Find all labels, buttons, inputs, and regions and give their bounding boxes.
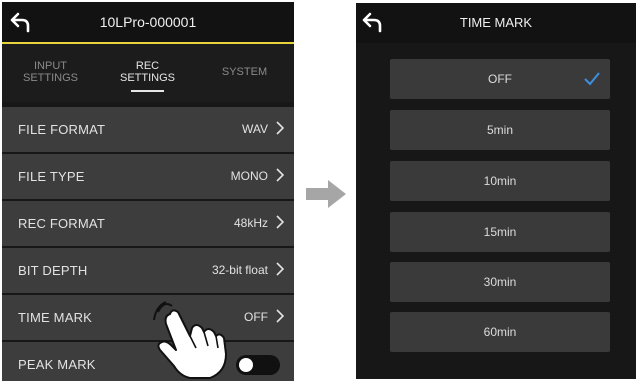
time-mark-option-5min[interactable]: 5min [390, 110, 610, 150]
chevron-right-icon [276, 309, 284, 323]
option-label: 10min [483, 174, 517, 188]
setting-label: TIME MARK [18, 310, 93, 325]
time-mark-option-30min[interactable]: 30min [390, 262, 610, 302]
toggle-knob [239, 358, 253, 372]
chevron-right-icon [276, 121, 284, 135]
tab-label-line1: INPUT [34, 60, 67, 72]
option-label: 60min [483, 325, 517, 339]
time-mark-option-15min[interactable]: 15min [390, 212, 610, 252]
option-label: 30min [483, 275, 517, 289]
time-mark-option-10min[interactable]: 10min [390, 161, 610, 201]
setting-row-file-type[interactable]: FILE TYPE MONO [2, 154, 294, 199]
checkmark-icon [584, 72, 600, 86]
chevron-right-icon [276, 168, 284, 182]
chevron-right-icon [276, 215, 284, 229]
setting-label: FILE TYPE [18, 169, 85, 184]
tab-label-line1: REC [135, 60, 160, 72]
tab-system[interactable]: SYSTEM [196, 66, 293, 78]
time-mark-screen: TIME MARK OFF 5min 10min 15min 30min 60m… [356, 3, 636, 379]
tab-label-line2: SETTINGS [119, 72, 175, 84]
header-bar: 10LPro-000001 [2, 2, 294, 44]
setting-row-bit-depth[interactable]: BIT DEPTH 32-bit float [2, 248, 294, 293]
chevron-right-icon [276, 262, 284, 276]
setting-label: BIT DEPTH [18, 263, 88, 278]
time-mark-option-off[interactable]: OFF [390, 59, 610, 99]
settings-tabs: INPUT SETTINGS REC SETTINGS SYSTEM [2, 44, 294, 102]
option-label: OFF [488, 72, 512, 86]
peak-mark-toggle[interactable] [236, 355, 280, 375]
setting-label: REC FORMAT [18, 216, 105, 231]
rec-settings-screen: 10LPro-000001 INPUT SETTINGS REC SETTING… [2, 2, 294, 381]
setting-label: PEAK MARK [18, 357, 96, 372]
tab-label-line2: SETTINGS [22, 72, 78, 84]
page-title: TIME MARK [459, 15, 533, 30]
setting-row-file-format[interactable]: FILE FORMAT WAV [2, 107, 294, 152]
tab-rec-settings[interactable]: REC SETTINGS [99, 60, 196, 92]
setting-label: FILE FORMAT [18, 122, 106, 137]
setting-value: OFF [244, 310, 268, 324]
option-label: 5min [486, 123, 513, 137]
device-title: 10LPro-000001 [99, 14, 197, 30]
setting-value: 48kHz [233, 216, 268, 230]
option-label: 15min [483, 225, 517, 239]
setting-value: 32-bit float [211, 263, 268, 277]
setting-row-time-mark[interactable]: TIME MARK OFF [2, 295, 294, 340]
setting-row-rec-format[interactable]: REC FORMAT 48kHz [2, 201, 294, 246]
setting-value: MONO [230, 169, 268, 183]
setting-row-peak-mark: PEAK MARK [2, 342, 294, 381]
time-mark-option-60min[interactable]: 60min [390, 312, 610, 352]
tapping-hand-icon [153, 301, 227, 379]
transition-arrow-icon [306, 180, 346, 208]
tab-label: SYSTEM [221, 66, 268, 78]
active-tab-indicator [131, 90, 164, 92]
tab-input-settings[interactable]: INPUT SETTINGS [2, 60, 99, 84]
setting-value: WAV [242, 122, 268, 136]
header-bar: TIME MARK [356, 3, 636, 43]
